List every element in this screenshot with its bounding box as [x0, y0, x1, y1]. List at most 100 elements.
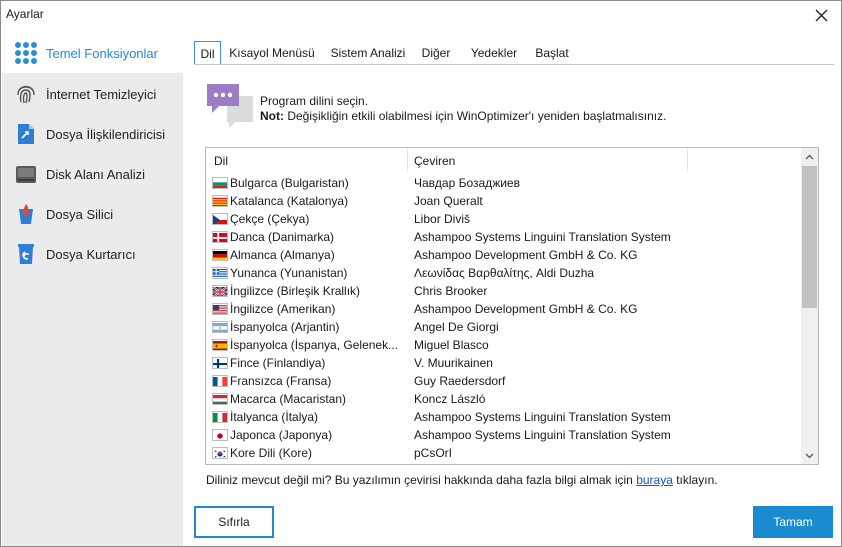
- reset-button[interactable]: Sıfırla: [194, 506, 274, 538]
- info-line: Program dilini seçin.: [260, 94, 369, 108]
- scroll-thumb[interactable]: [802, 166, 817, 308]
- language-name: Macarca (Macaristan): [230, 392, 347, 406]
- list-item[interactable]: Danca (Danimarka) Ashampoo Systems Lingui…: [206, 228, 802, 246]
- tab-label: Kısayol Menüsü: [229, 46, 315, 60]
- column-header-translator[interactable]: Çeviren: [414, 148, 684, 173]
- list-item[interactable]: Çekçe (Çekya) Libor Diviš: [206, 210, 802, 228]
- flag-icon-us: [212, 303, 228, 315]
- translator-name: Guy Raedersdorf: [414, 374, 506, 388]
- fingerprint-icon: [17, 85, 35, 104]
- flag-icon-de: [212, 249, 228, 261]
- translator-name: Libor Diviš: [414, 212, 471, 226]
- info-note: Not: Değişikliğin etkili olabilmesi için…: [260, 109, 666, 124]
- flag-icon-kr: [212, 447, 228, 459]
- scroll-up-button[interactable]: [801, 148, 818, 165]
- translator-name: Ashampoo Systems Linguini Translation Sy…: [414, 428, 671, 442]
- tab-label: Yedekler: [470, 46, 518, 60]
- note-text: Değişikliğin etkili olabilmesi için WinO…: [284, 109, 667, 123]
- tab-label: Dil: [200, 46, 215, 61]
- tab-startup[interactable]: Başlat: [532, 41, 572, 65]
- list-item[interactable]: Bulgarca (Bulgaristan) Чавдар Бозаджиев: [206, 174, 802, 192]
- vertical-scrollbar[interactable]: [801, 148, 818, 464]
- translator-name: Joan Queralt: [414, 194, 483, 208]
- language-name: İspanyolca (İspanya, Gelenek...: [230, 338, 399, 352]
- translator-name: Angel De Giorgi: [414, 320, 499, 334]
- list-item[interactable]: Katalanca (Katalonya) Joan Queralt: [206, 192, 802, 210]
- language-name: Japonca (Japonya): [230, 428, 333, 442]
- list-item[interactable]: İngilizce (Birleşik Krallık) Chris Brooke…: [206, 282, 802, 300]
- ok-button[interactable]: Tamam: [753, 506, 833, 538]
- language-name: Almanca (Almanya): [230, 248, 335, 262]
- flag-icon-gb: [212, 285, 228, 297]
- sidebar-item-basic-functions[interactable]: Temel Fonksiyonlar: [2, 34, 183, 72]
- list-item[interactable]: İtalyanca (İtalya) Ashampoo Systems Lingu…: [206, 408, 802, 426]
- list-item[interactable]: Kore Dili (Kore) pCsOrI: [206, 444, 802, 462]
- tab-label: Sistem Analizi: [330, 46, 406, 60]
- tab-system-analysis[interactable]: Sistem Analizi: [327, 41, 409, 65]
- sidebar-item-label: Dosya İlişkilendiricisi: [46, 126, 166, 142]
- translator-name: Miguel Blasco: [414, 338, 489, 352]
- chat-bubble-icon: [207, 84, 253, 128]
- flag-icon-cz: [212, 213, 228, 225]
- restore-bin-icon: [18, 244, 34, 264]
- tab-shortcut-menu[interactable]: Kısayol Menüsü: [227, 41, 317, 65]
- flag-icon-bg: [212, 177, 228, 189]
- language-name: İtalyanca (İtalya): [230, 410, 319, 424]
- close-button[interactable]: [809, 4, 833, 26]
- missing-language-note: Diliniz mevcut değil mi? Bu yazılımın çe…: [206, 473, 718, 487]
- language-info: Program dilini seçin. Not: Değişikliğin …: [260, 94, 666, 124]
- window-title: Ayarlar: [6, 7, 44, 21]
- language-name: Bulgarca (Bulgaristan): [230, 176, 349, 190]
- tab-other[interactable]: Diğer: [418, 41, 454, 65]
- language-name: İspanyolca (Arjantin): [230, 320, 340, 334]
- translator-name: Ashampoo Systems Linguini Translation Sy…: [414, 230, 671, 244]
- list-item[interactable]: Japonca (Japonya) Ashampoo Systems Lingui…: [206, 426, 802, 444]
- list-item[interactable]: İngilizce (Amerikan) Ashampoo Development…: [206, 300, 802, 318]
- tab-label: Başlat: [535, 46, 569, 60]
- flag-icon-it: [212, 411, 228, 423]
- tab-divider: [194, 64, 834, 65]
- scroll-down-button[interactable]: [801, 447, 818, 464]
- language-list[interactable]: Dil Çeviren Bulgarca (Bulgaristan) Чавдар…: [205, 147, 819, 465]
- note-prefix: Not:: [260, 109, 284, 123]
- close-icon: [815, 9, 827, 21]
- note-after-link: tıklayın.: [672, 473, 718, 487]
- file-link-icon: [18, 124, 34, 144]
- list-item[interactable]: Fransızca (Fransa) Guy Raedersdorf: [206, 372, 802, 390]
- sidebar-item-label: Temel Fonksiyonlar: [46, 45, 158, 61]
- column-separator: [687, 149, 688, 171]
- flag-icon-ar: [212, 321, 228, 333]
- flag-icon-jp: [212, 429, 228, 441]
- chevron-up-icon: [805, 154, 814, 159]
- column-header-language[interactable]: Dil: [214, 148, 409, 173]
- sidebar-item-file-wiper[interactable]: Dosya Silici: [2, 195, 183, 233]
- list-item[interactable]: Macarca (Macaristan) Koncz László: [206, 390, 802, 408]
- language-name: Fransızca (Fransa): [230, 374, 332, 388]
- translator-name: Λεωνίδας Βαρθαλίτης, Aldi Duzha: [414, 266, 595, 280]
- sidebar-item-file-recovery[interactable]: Dosya Kurtarıcı: [2, 235, 183, 273]
- flag-icon-fi: [212, 357, 228, 369]
- translator-name: Ashampoo Systems Linguini Translation Sy…: [414, 410, 671, 424]
- list-item[interactable]: Fince (Finlandiya) V. Muurikainen: [206, 354, 802, 372]
- list-item[interactable]: Almanca (Almanya) Ashampoo Development Gm…: [206, 246, 802, 264]
- trash-fire-icon: [19, 204, 33, 224]
- title-bar: Ayarlar: [1, 1, 841, 31]
- sidebar-item-disk-space-analysis[interactable]: Disk Alanı Analizi: [2, 155, 183, 193]
- tab-language[interactable]: Dil: [194, 41, 221, 65]
- flag-icon-es: [212, 339, 228, 351]
- language-name: İngilizce (Birleşik Krallık): [230, 284, 361, 298]
- flag-icon-fr: [212, 375, 228, 387]
- list-header: Dil Çeviren: [206, 148, 802, 173]
- sidebar-item-label: İnternet Temizleyici: [46, 86, 157, 102]
- list-item[interactable]: Yunanca (Yunanistan) Λεωνίδας Βαρθαλίτης,…: [206, 264, 802, 282]
- here-link[interactable]: buraya: [636, 473, 673, 487]
- sidebar-item-label: Dosya Silici: [46, 206, 114, 222]
- tab-backups[interactable]: Yedekler: [466, 41, 522, 65]
- chevron-down-icon: [805, 453, 814, 458]
- translator-name: Ashampoo Development GmbH & Co. KG: [414, 302, 638, 316]
- sidebar-item-file-associator[interactable]: Dosya İlişkilendiricisi: [2, 115, 183, 153]
- list-item[interactable]: İspanyolca (Arjantin) Angel De Giorgi: [206, 318, 802, 336]
- list-item[interactable]: İspanyolca (İspanya, Gelenek... Miguel Bl…: [206, 336, 802, 354]
- flag-icon-gr: [212, 267, 228, 279]
- sidebar-item-internet-cleaner[interactable]: İnternet Temizleyici: [2, 75, 183, 113]
